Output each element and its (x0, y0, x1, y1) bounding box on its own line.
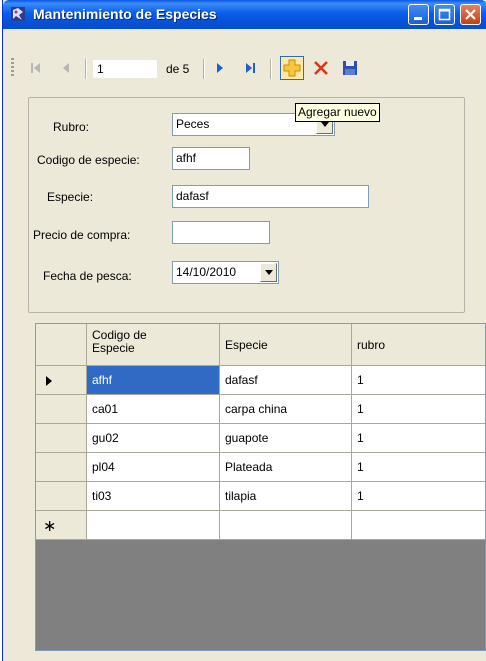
grid-cell[interactable]: dafasf (220, 366, 352, 395)
grid-cell[interactable]: pl04 (87, 453, 220, 482)
chevron-down-icon (321, 122, 329, 127)
grid-cell[interactable]: ca01 (87, 395, 220, 424)
grid-cell[interactable]: tilapia (220, 482, 352, 511)
tooltip: Agregar nuevo (295, 103, 380, 122)
grid-cell[interactable] (87, 511, 220, 540)
grid-cell[interactable]: afhf (87, 366, 220, 395)
rubro-label: Rubro: (53, 120, 90, 134)
row-header[interactable] (36, 482, 87, 511)
fecha-datepicker[interactable]: 14/10/2010 (172, 261, 279, 284)
precio-label: Precio de compra: (33, 228, 131, 242)
grid-cell[interactable]: carpa china (220, 395, 352, 424)
row-header[interactable] (36, 395, 87, 424)
move-previous-icon[interactable] (57, 59, 75, 77)
toolbar-separator (85, 59, 87, 79)
add-new-button[interactable] (280, 56, 304, 80)
app-window: Mantenimiento de Especies 1 de 5 Agregar… (2, 0, 486, 661)
table-row[interactable]: ti03 tilapia 1 (36, 482, 485, 511)
codigo-field[interactable]: afhf (172, 147, 250, 170)
grid-cell[interactable]: ti03 (87, 482, 220, 511)
rubro-value: Peces (176, 117, 210, 131)
save-icon[interactable] (341, 59, 359, 77)
toolbar-grip[interactable] (11, 58, 14, 78)
move-next-icon[interactable] (211, 59, 229, 77)
delete-icon[interactable] (312, 59, 330, 77)
codigo-label: Codigo de especie: (37, 153, 140, 167)
column-header-rubro[interactable]: rubro (352, 324, 485, 366)
record-count-label: de 5 (166, 62, 190, 76)
grid-cell[interactable]: 1 (352, 424, 485, 453)
grid-header-row: Codigo de Especie Especie rubro (36, 324, 485, 366)
grid-cell[interactable]: gu02 (87, 424, 220, 453)
title-bar[interactable]: Mantenimiento de Especies (3, 0, 486, 29)
move-first-icon[interactable] (27, 59, 45, 77)
position-input[interactable]: 1 (93, 60, 157, 78)
grid-cell[interactable]: 1 (352, 482, 485, 511)
grid-cell[interactable] (220, 511, 352, 540)
move-last-icon[interactable] (241, 59, 259, 77)
new-row[interactable]: ∗ (36, 511, 485, 540)
fecha-value: 14/10/2010 (176, 265, 237, 279)
column-header-especie[interactable]: Especie (220, 324, 352, 366)
row-header[interactable] (36, 453, 87, 482)
fecha-label: Fecha de pesca: (43, 269, 132, 283)
maximize-button[interactable] (434, 4, 455, 25)
add-new-icon (283, 59, 301, 77)
binding-navigator: 1 de 5 (3, 52, 486, 84)
minimize-button[interactable] (408, 4, 429, 25)
table-row[interactable]: ca01 carpa china 1 (36, 395, 485, 424)
fecha-dropdown-button[interactable] (260, 263, 277, 282)
chevron-down-icon (265, 270, 273, 275)
grid-cell[interactable]: 1 (352, 395, 485, 424)
table-row[interactable]: gu02 guapote 1 (36, 424, 485, 453)
grid-cell[interactable]: guapote (220, 424, 352, 453)
current-row-icon (46, 376, 52, 386)
grid-cell[interactable] (352, 511, 485, 540)
especie-field[interactable]: dafasf (172, 185, 369, 208)
precio-field[interactable] (172, 221, 270, 244)
grid-cell[interactable]: 1 (352, 453, 485, 482)
toolbar-separator (203, 59, 205, 79)
species-datagrid[interactable]: Codigo de Especie Especie rubro afhf daf… (35, 323, 486, 651)
row-header[interactable] (36, 366, 87, 395)
table-row[interactable]: pl04 Plateada 1 (36, 453, 485, 482)
app-icon (11, 7, 25, 21)
header-corner (36, 324, 87, 366)
window-title: Mantenimiento de Especies (33, 6, 217, 22)
details-groupbox: Rubro: Peces Codigo de especie: afhf Esp… (28, 97, 465, 313)
close-button[interactable] (460, 4, 481, 25)
row-header[interactable] (36, 424, 87, 453)
grid-cell[interactable]: 1 (352, 366, 485, 395)
especie-label: Especie: (47, 190, 94, 204)
toolbar-separator (270, 59, 272, 79)
grid-cell[interactable]: Plateada (220, 453, 352, 482)
new-row-marker: ∗ (36, 511, 87, 540)
table-row[interactable]: afhf dafasf 1 (36, 366, 485, 395)
column-header-codigo[interactable]: Codigo de Especie (87, 324, 220, 366)
